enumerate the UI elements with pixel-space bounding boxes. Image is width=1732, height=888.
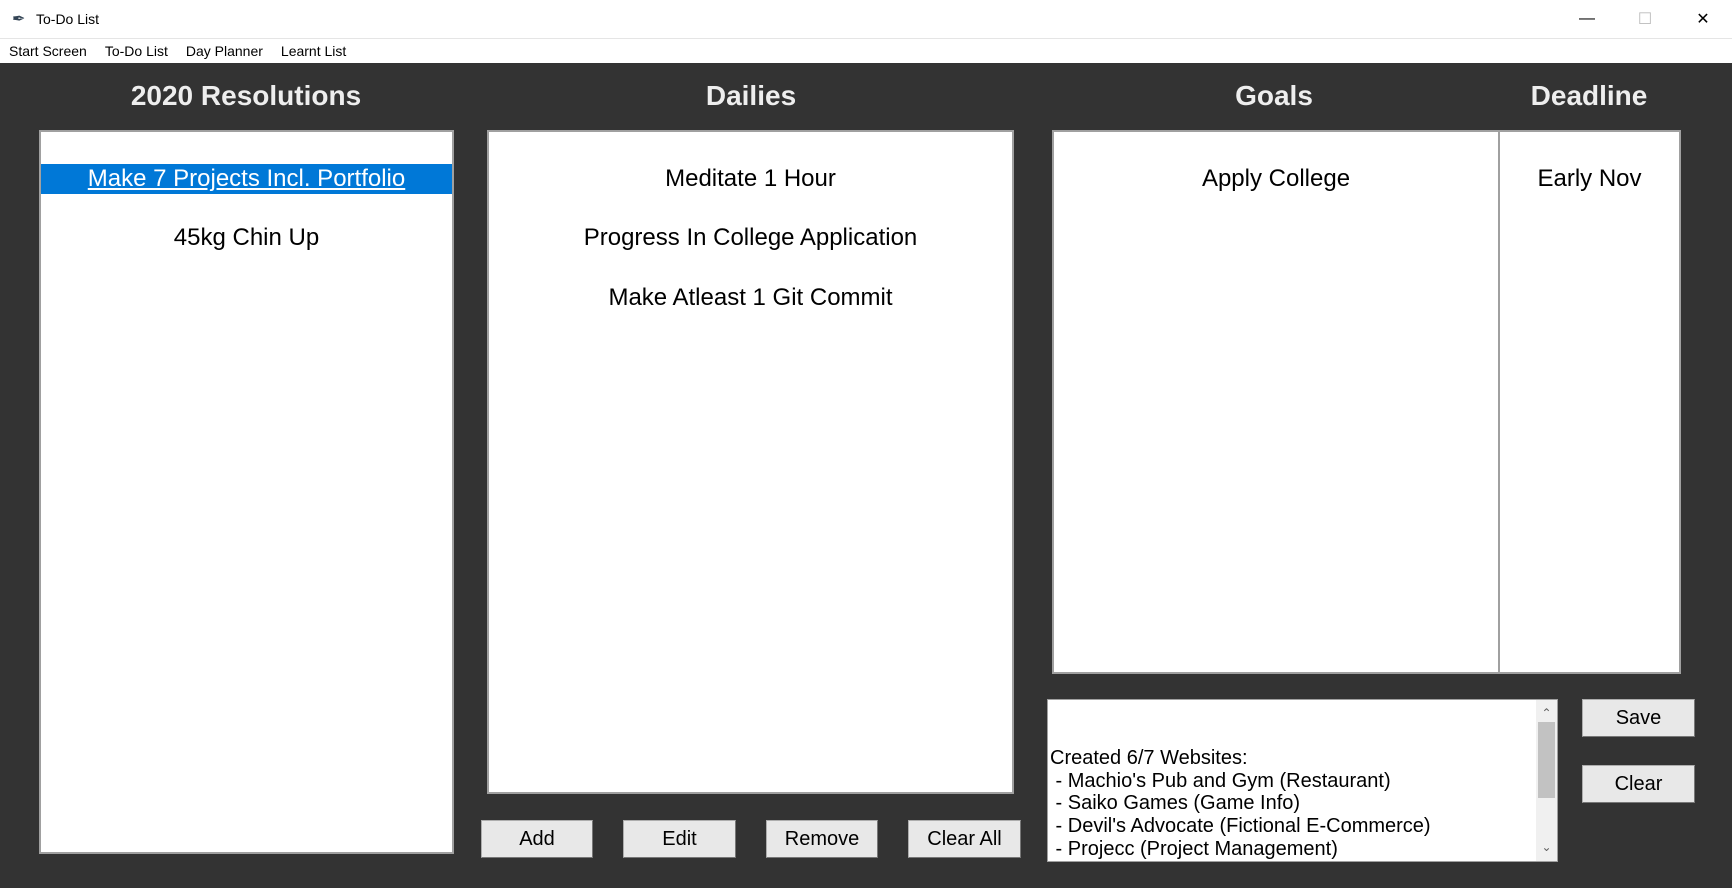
- scroll-thumb[interactable]: [1538, 722, 1555, 798]
- menu-start-screen[interactable]: Start Screen: [0, 43, 96, 59]
- list-item[interactable]: Progress In College Application: [489, 223, 1012, 253]
- title-bar: ✒ To-Do List: [0, 0, 1732, 38]
- goals-heading: Goals: [1235, 80, 1313, 111]
- dailies-heading: Dailies: [705, 80, 797, 111]
- save-button[interactable]: Save: [1582, 699, 1695, 737]
- notes-text: Created 6/7 Websites: - Machio's Pub and…: [1050, 747, 1431, 861]
- feather-icon: ✒: [12, 11, 26, 28]
- menu-bar: Start Screen To-Do List Day Planner Lear…: [0, 38, 1732, 63]
- remove-button[interactable]: Remove: [766, 820, 878, 858]
- resolutions-listbox[interactable]: Make 7 Projects Incl. Portfolio 45kg Chi…: [39, 130, 454, 854]
- maximize-button[interactable]: ☐: [1616, 0, 1674, 38]
- list-item[interactable]: 45kg Chin Up: [41, 223, 452, 253]
- list-item[interactable]: Early Nov: [1500, 164, 1679, 194]
- list-item[interactable]: Apply College: [1054, 164, 1498, 194]
- resolutions-heading: 2020 Resolutions: [130, 80, 362, 111]
- menu-todo-list[interactable]: To-Do List: [96, 43, 177, 59]
- edit-button[interactable]: Edit: [623, 820, 736, 858]
- scrollbar[interactable]: ⌃ ⌄: [1536, 700, 1557, 861]
- clear-all-button[interactable]: Clear All: [908, 820, 1021, 858]
- list-item[interactable]: Make 7 Projects Incl. Portfolio: [41, 164, 452, 194]
- list-item[interactable]: Meditate 1 Hour: [489, 164, 1012, 194]
- deadline-heading: Deadline: [1530, 80, 1648, 111]
- add-button[interactable]: Add: [481, 820, 593, 858]
- minimize-button[interactable]: —: [1558, 0, 1616, 38]
- close-button[interactable]: ✕: [1674, 0, 1732, 38]
- dailies-listbox[interactable]: Meditate 1 Hour Progress In College Appl…: [487, 130, 1014, 794]
- scroll-down-icon[interactable]: ⌄: [1536, 836, 1557, 859]
- menu-learnt-list[interactable]: Learnt List: [272, 43, 355, 59]
- clear-button[interactable]: Clear: [1582, 765, 1695, 803]
- list-item[interactable]: Make Atleast 1 Git Commit: [489, 283, 1012, 313]
- window-title: To-Do List: [36, 11, 100, 27]
- menu-day-planner[interactable]: Day Planner: [177, 43, 272, 59]
- deadline-listbox[interactable]: Early Nov: [1498, 130, 1681, 674]
- goals-listbox[interactable]: Apply College: [1052, 130, 1500, 674]
- notes-textbox[interactable]: Created 6/7 Websites: - Machio's Pub and…: [1047, 699, 1558, 862]
